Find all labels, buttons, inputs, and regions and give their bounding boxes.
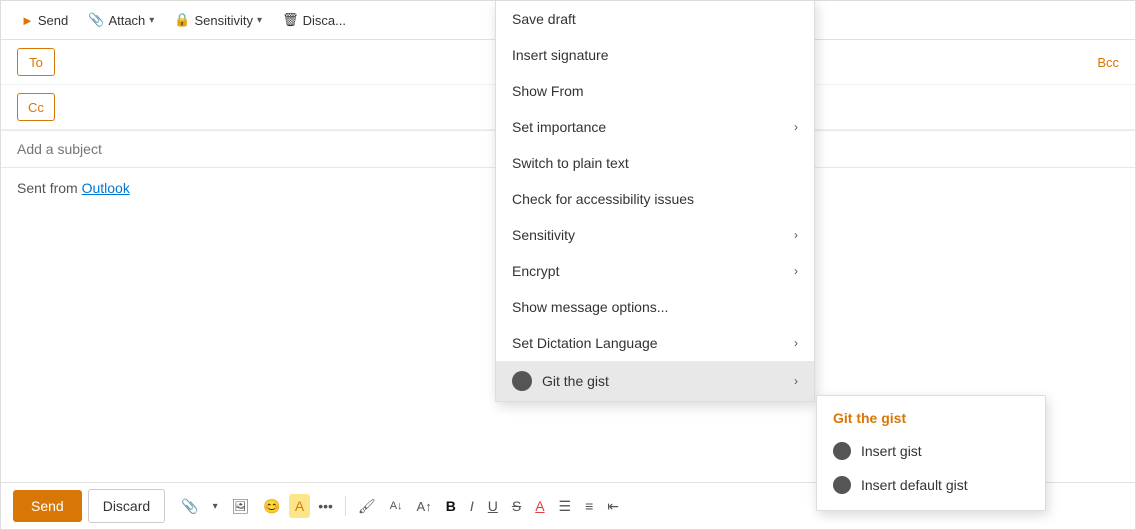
menu-item-insert-signature-label: Insert signature xyxy=(512,47,609,63)
font-size-down-button[interactable]: A↓ xyxy=(384,496,409,516)
menu-item-sensitivity[interactable]: Sensitivity › xyxy=(496,217,814,253)
menu-item-show-from-label: Show From xyxy=(512,83,584,99)
italic-button[interactable]: I xyxy=(464,494,480,518)
send-toolbar-label: Send xyxy=(38,13,68,28)
discard-toolbar-button[interactable]: 🗑 Disca... xyxy=(274,7,354,33)
numbering-button[interactable]: ≡ xyxy=(579,494,599,518)
menu-item-accessibility-label: Check for accessibility issues xyxy=(512,191,694,207)
menu-item-sensitivity-label: Sensitivity xyxy=(512,227,575,243)
menu-item-git-the-gist-label: Git the gist xyxy=(542,373,609,389)
attach-icon: 📎 xyxy=(88,12,104,28)
highlight-text-button[interactable]: A xyxy=(289,494,310,518)
send-toolbar-button[interactable]: ► Send xyxy=(13,8,76,33)
attach-chevron-icon: ▾ xyxy=(149,15,154,26)
to-label: To xyxy=(17,48,55,76)
menu-item-accessibility[interactable]: Check for accessibility issues xyxy=(496,181,814,217)
indent-button[interactable]: ⇤ xyxy=(601,494,625,519)
menu-item-dictation-language-label: Set Dictation Language xyxy=(512,335,658,351)
attach-button[interactable]: 📎 Attach ▾ xyxy=(80,7,162,33)
submenu-insert-default-gist[interactable]: Insert default gist xyxy=(817,468,1045,502)
paint-button[interactable]: 🖌 xyxy=(352,494,382,519)
font-size-up-button[interactable]: A↑ xyxy=(411,495,438,518)
menu-item-switch-plain-text-label: Switch to plain text xyxy=(512,155,629,171)
attach-label: Attach xyxy=(108,13,145,28)
attach-format-button[interactable]: 📎 xyxy=(175,494,204,519)
sensitivity-icon: 🔒 xyxy=(174,12,190,28)
menu-item-encrypt[interactable]: Encrypt › xyxy=(496,253,814,289)
menu-item-dictation-language[interactable]: Set Dictation Language › xyxy=(496,325,814,361)
menu-item-show-message-options[interactable]: Show message options... xyxy=(496,289,814,325)
menu-item-switch-plain-text[interactable]: Switch to plain text xyxy=(496,145,814,181)
bullets-button[interactable]: ☰ xyxy=(553,494,578,519)
outlook-link[interactable]: Outlook xyxy=(82,180,130,196)
discard-icon: 🗑 xyxy=(282,12,299,28)
menu-item-insert-signature[interactable]: Insert signature xyxy=(496,37,814,73)
strikethrough-button[interactable]: S xyxy=(506,494,527,518)
menu-item-show-message-options-label: Show message options... xyxy=(512,299,668,315)
gist-dot-icon xyxy=(512,371,532,391)
emoji-button[interactable]: 😊 xyxy=(257,494,286,519)
bold-button[interactable]: B xyxy=(440,494,462,518)
sensitivity-chevron-icon: ▾ xyxy=(257,15,262,26)
discard-button[interactable]: Discard xyxy=(88,489,165,523)
menu-item-save-draft[interactable]: Save draft xyxy=(496,1,814,37)
image-button[interactable]: 🖼 xyxy=(226,494,256,519)
encrypt-chevron-icon: › xyxy=(794,264,798,278)
underline-button[interactable]: U xyxy=(482,494,504,518)
more-options-button[interactable]: ••• xyxy=(312,494,339,518)
dictation-chevron-icon: › xyxy=(794,336,798,350)
sent-from-prefix: Sent from xyxy=(17,180,82,196)
submenu-insert-gist[interactable]: Insert gist xyxy=(817,434,1045,468)
menu-item-show-from[interactable]: Show From xyxy=(496,73,814,109)
menu-item-set-importance-label: Set importance xyxy=(512,119,606,135)
git-the-gist-chevron-icon: › xyxy=(794,374,798,388)
send-button[interactable]: Send xyxy=(13,490,82,522)
insert-gist-dot-icon xyxy=(833,442,851,460)
git-the-gist-item-content: Git the gist xyxy=(512,371,609,391)
font-color-button[interactable]: A xyxy=(529,494,550,518)
sensitivity-button[interactable]: 🔒 Sensitivity ▾ xyxy=(166,7,270,33)
insert-default-gist-dot-icon xyxy=(833,476,851,494)
menu-item-set-importance[interactable]: Set importance › xyxy=(496,109,814,145)
submenu-title: Git the gist xyxy=(817,404,1045,434)
bcc-link[interactable]: Bcc xyxy=(1097,55,1119,70)
sensitivity-label: Sensitivity xyxy=(195,13,254,28)
menu-item-save-draft-label: Save draft xyxy=(512,11,576,27)
gist-submenu: Git the gist Insert gist Insert default … xyxy=(816,395,1046,511)
separator xyxy=(345,496,346,516)
discard-toolbar-label: Disca... xyxy=(303,13,346,28)
menu-item-encrypt-label: Encrypt xyxy=(512,263,559,279)
cc-label: Cc xyxy=(17,93,55,121)
menu-item-git-the-gist[interactable]: Git the gist › xyxy=(496,361,814,401)
submenu-insert-default-gist-label: Insert default gist xyxy=(861,477,968,493)
sensitivity-chevron-icon: › xyxy=(794,228,798,242)
dropdown-menu: Save draft Insert signature Show From Se… xyxy=(495,0,815,402)
set-importance-chevron-icon: › xyxy=(794,120,798,134)
attach-dropdown-button[interactable]: ▾ xyxy=(207,497,224,516)
submenu-insert-gist-label: Insert gist xyxy=(861,443,922,459)
